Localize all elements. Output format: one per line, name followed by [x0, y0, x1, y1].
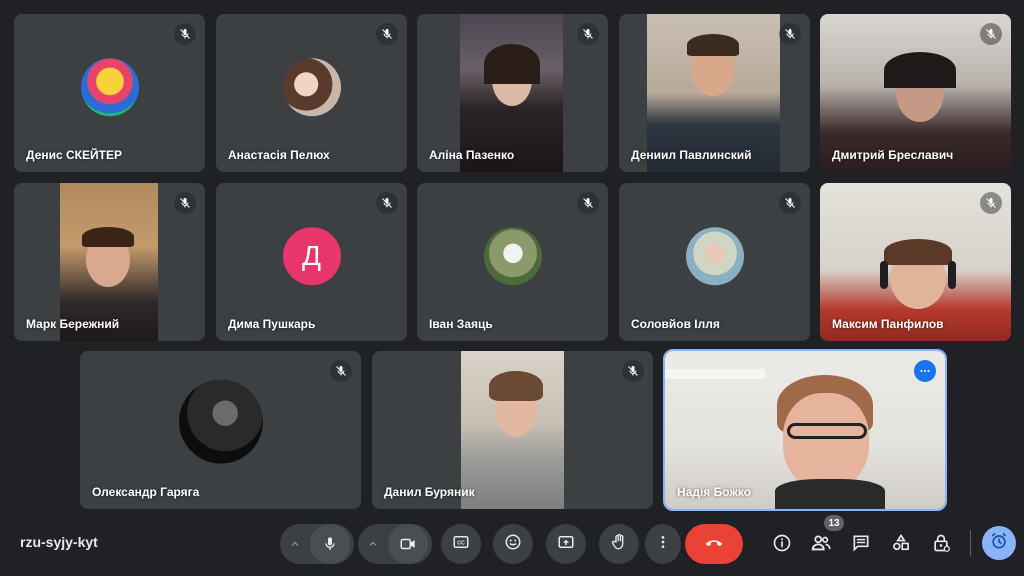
svg-text:CC: CC [457, 540, 465, 546]
avatar: Д [282, 227, 341, 286]
participant-name: Максим Панфилов [832, 317, 944, 331]
host-controls-icon[interactable] [928, 530, 954, 556]
participant-tile[interactable]: Анастасія Пелюх [216, 14, 407, 172]
meeting-code: rzu-syjy-kyt [20, 534, 98, 550]
control-bar: rzu-syjy-kyt CC 13 [0, 515, 1024, 576]
participant-name: Марк Бережний [26, 317, 120, 331]
present-button[interactable] [546, 524, 586, 564]
present-icon [557, 533, 575, 556]
camera-icon[interactable] [388, 524, 428, 564]
camera-control [358, 524, 432, 564]
info-icon[interactable] [769, 530, 795, 556]
participant-name: Іван Заяць [429, 317, 493, 331]
participant-tile[interactable]: Д Дима Пушкарь [216, 183, 407, 341]
participant-tile[interactable]: Денис СКЕЙТЕР [14, 14, 205, 172]
hang-up-button[interactable] [685, 524, 743, 564]
microphone-control [280, 524, 354, 564]
participant-name: Дмитрий Бреславич [832, 148, 954, 162]
muted-mic-icon [779, 192, 801, 214]
muted-mic-icon [174, 23, 196, 45]
raise-hand-button[interactable] [599, 524, 639, 564]
timer-button[interactable] [982, 526, 1016, 560]
muted-mic-icon [577, 23, 599, 45]
participant-tile[interactable]: Максим Панфилов [820, 183, 1011, 341]
more-options-button[interactable] [645, 524, 681, 564]
participant-name: Денис СКЕЙТЕР [26, 148, 122, 162]
muted-mic-icon [376, 23, 398, 45]
participant-tile[interactable]: Дмитрий Бреславич [820, 14, 1011, 172]
participant-name: Соловйов Ілля [631, 317, 720, 331]
hang-up-icon [703, 531, 725, 558]
people-count-badge: 13 [824, 515, 844, 531]
chevron-up-icon[interactable] [280, 524, 310, 564]
participant-tile[interactable]: Дениил Павлинский [619, 14, 810, 172]
participant-name: Дима Пушкарь [228, 317, 316, 331]
more-options-icon [655, 534, 671, 555]
participant-name: Данил Буряник [384, 485, 475, 499]
muted-mic-icon [779, 23, 801, 45]
participant-video [461, 351, 564, 509]
captions-icon: CC [452, 533, 470, 556]
muted-mic-icon [622, 360, 644, 382]
participant-name: Анастасія Пелюх [228, 148, 330, 162]
participant-tile[interactable]: Данил Буряник [372, 351, 653, 509]
muted-mic-icon [980, 192, 1002, 214]
captions-button[interactable]: CC [441, 524, 481, 564]
participant-name: Надія Божко [677, 485, 752, 499]
participant-tile[interactable]: Соловйов Ілля [619, 183, 810, 341]
raise-hand-icon [610, 533, 628, 556]
chat-icon[interactable] [848, 530, 874, 556]
avatar [282, 58, 341, 117]
activities-icon[interactable] [888, 530, 914, 556]
muted-mic-icon [376, 192, 398, 214]
more-options-icon[interactable] [914, 360, 936, 382]
participant-name: Аліна Пазенко [429, 148, 515, 162]
muted-mic-icon [330, 360, 352, 382]
participant-tile[interactable]: Марк Бережний [14, 183, 205, 341]
microphone-icon[interactable] [310, 524, 350, 564]
participant-name: Олександр Гаряга [92, 485, 200, 499]
participant-tile[interactable]: Аліна Пазенко [417, 14, 608, 172]
participants-grid: Денис СКЕЙТЕР Анастасія Пелюх Аліна Пазе… [0, 0, 1024, 520]
participant-name: Дениил Павлинский [631, 148, 752, 162]
emoji-button[interactable] [493, 524, 533, 564]
toolbar-divider [970, 530, 971, 556]
muted-mic-icon [174, 192, 196, 214]
participant-tile[interactable]: Олександр Гаряга [80, 351, 361, 509]
participant-tile-active-speaker[interactable]: Надія Божко [663, 349, 947, 511]
timer-icon [989, 531, 1009, 556]
muted-mic-icon [980, 23, 1002, 45]
avatar [685, 227, 744, 286]
participant-tile[interactable]: Іван Заяць [417, 183, 608, 341]
muted-mic-icon [577, 192, 599, 214]
avatar [178, 379, 263, 464]
chevron-up-icon[interactable] [358, 524, 388, 564]
emoji-icon [504, 533, 522, 556]
avatar [483, 227, 542, 286]
avatar [80, 58, 139, 117]
people-icon[interactable] [808, 530, 834, 556]
